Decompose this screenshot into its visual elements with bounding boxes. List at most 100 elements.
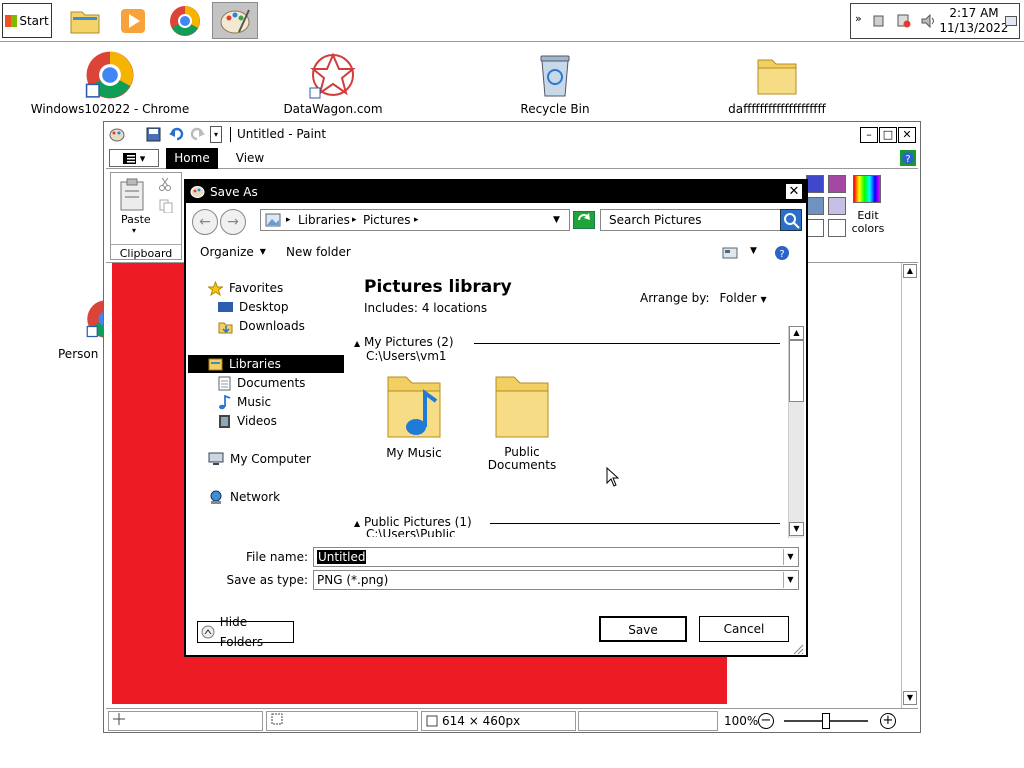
includes-locations-link[interactable]: 4 locations	[422, 301, 487, 315]
save-button[interactable]: Save	[599, 616, 687, 642]
minimize-button[interactable]: –	[860, 127, 878, 143]
hide-folders-button[interactable]: Hide Folders	[197, 615, 294, 649]
canvas-scrollbar[interactable]: ▲ ▼	[901, 263, 918, 708]
desktop-icon-folder[interactable]: daffffffffffffffffffff	[697, 50, 857, 120]
palette-swatch-steel[interactable]	[806, 197, 824, 215]
cancel-button[interactable]: Cancel	[699, 616, 789, 642]
paste-button[interactable]: Paste	[121, 213, 151, 226]
nav-my-computer[interactable]: My Computer	[208, 450, 311, 468]
section-my-pictures[interactable]: ▲ My Pictures (2)	[354, 335, 454, 349]
collapse-icon: ▲	[354, 519, 361, 528]
breadcrumb-libraries[interactable]: Libraries	[298, 210, 350, 230]
nav-downloads[interactable]: Downloads	[218, 317, 305, 335]
dialog-close-button[interactable]: ✕	[785, 183, 803, 200]
arrange-by-dropdown[interactable]: Folder ▼	[720, 291, 767, 305]
address-history-dropdown[interactable]: ▼	[553, 210, 560, 230]
desktop-icon-recycle-bin[interactable]: Recycle Bin	[475, 50, 635, 120]
resize-grip-icon[interactable]	[792, 643, 804, 655]
nav-videos[interactable]: Videos	[218, 412, 277, 430]
section-public-pictures[interactable]: ▲ Public Pictures (1)	[354, 515, 472, 529]
quick-access-dropdown[interactable]: ▾	[210, 126, 222, 143]
scroll-up-arrow[interactable]: ▲	[903, 264, 917, 278]
cut-icon[interactable]	[159, 177, 171, 191]
nav-desktop[interactable]: Desktop	[218, 298, 289, 316]
zoom-in-button[interactable]: +	[880, 713, 896, 729]
paste-dropdown-icon[interactable]: ▾	[132, 226, 136, 235]
view-options-icon[interactable]	[722, 247, 738, 259]
breadcrumb-separator-icon[interactable]: ▸	[352, 210, 357, 230]
zoom-slider-thumb[interactable]	[822, 713, 830, 729]
nav-music[interactable]: Music	[218, 393, 271, 411]
desktop-icon-label: Windows102022 - Chrome	[30, 102, 190, 116]
forward-button[interactable]: →	[220, 209, 246, 235]
file-name-dropdown[interactable]: ▼	[783, 549, 797, 565]
back-button[interactable]: ←	[192, 209, 218, 235]
zoom-out-button[interactable]: −	[758, 713, 774, 729]
redo-icon[interactable]	[190, 126, 206, 142]
tab-home[interactable]: Home	[166, 148, 218, 169]
scroll-up-arrow[interactable]: ▲	[789, 326, 804, 340]
taskbar-media-player[interactable]	[110, 2, 156, 39]
chrome-icon	[170, 5, 200, 36]
content-scrollbar[interactable]: ▲ ▼	[788, 326, 804, 538]
breadcrumb-separator-icon[interactable]: ▸	[414, 210, 419, 230]
show-desktop-icon[interactable]	[1005, 16, 1017, 26]
palette-swatch-empty[interactable]	[806, 219, 824, 237]
nav-network-label: Network	[230, 490, 281, 504]
star-icon	[208, 280, 223, 296]
undo-icon[interactable]	[168, 126, 184, 142]
nav-libraries[interactable]: Libraries	[188, 355, 344, 373]
save-as-type-dropdown[interactable]: ▼	[783, 572, 797, 588]
nav-network[interactable]: Network	[208, 488, 280, 506]
desktop-icon-label: Recycle Bin	[520, 102, 590, 116]
close-button[interactable]: ✕	[898, 127, 916, 143]
folder-my-music[interactable]: My Music	[374, 371, 454, 471]
desktop-icon-chrome[interactable]: Windows102022 - Chrome	[30, 50, 190, 120]
view-dropdown-icon[interactable]: ▼	[750, 246, 757, 256]
organize-menu[interactable]: Organize ▼	[200, 245, 266, 259]
folder-public-documents[interactable]: Public Documents	[482, 371, 562, 481]
paint-window-title: Untitled - Paint	[237, 127, 327, 141]
desktop-icon-person[interactable]: Person	[58, 296, 125, 361]
new-folder-button[interactable]: New folder	[286, 245, 351, 259]
tab-file[interactable]: ▾	[109, 149, 159, 167]
desktop-icon-datawagon[interactable]: DataWagon.com	[253, 50, 413, 120]
security-tray-icon[interactable]	[897, 14, 911, 28]
palette-swatch-lavender[interactable]	[828, 197, 846, 215]
maximize-button[interactable]: □	[879, 127, 897, 143]
refresh-icon[interactable]	[573, 211, 595, 229]
breadcrumb-pictures[interactable]: Pictures	[363, 210, 411, 230]
palette-swatch-empty[interactable]	[828, 219, 846, 237]
help-icon[interactable]: ?	[900, 150, 916, 166]
clock[interactable]: 2:17 AM 11/13/2022	[939, 6, 1009, 36]
edit-colors-button[interactable]: Edit colors	[846, 209, 890, 235]
taskbar-explorer[interactable]	[62, 2, 108, 39]
tray-overflow-icon[interactable]: »	[855, 12, 862, 25]
palette-swatch-purple[interactable]	[828, 175, 846, 193]
search-input[interactable]: Search Pictures	[600, 209, 802, 231]
scroll-down-arrow[interactable]: ▼	[789, 522, 804, 536]
address-bar[interactable]: ▸ Libraries ▸ Pictures ▸ ▼	[260, 209, 570, 231]
help-icon[interactable]: ?	[774, 245, 790, 261]
file-name-input[interactable]: Untitled ▼	[313, 547, 799, 567]
scroll-thumb[interactable]	[789, 340, 804, 402]
network-tray-icon[interactable]	[873, 14, 887, 28]
palette-swatch-indigo[interactable]	[806, 175, 824, 193]
save-as-type-select[interactable]: PNG (*.png) ▼	[313, 570, 799, 590]
copy-icon[interactable]	[159, 199, 173, 213]
nav-documents[interactable]: Documents	[218, 374, 305, 392]
start-button[interactable]: Start	[2, 3, 52, 38]
search-button[interactable]	[780, 209, 802, 231]
tab-view[interactable]: View	[230, 148, 270, 169]
taskbar-paint[interactable]	[212, 2, 258, 39]
nav-favorites[interactable]: Favorites	[208, 279, 283, 297]
save-icon[interactable]	[146, 127, 161, 142]
library-includes: Includes: 4 locations	[364, 301, 487, 315]
taskbar-chrome[interactable]	[162, 2, 208, 39]
paste-icon[interactable]	[119, 178, 147, 212]
volume-icon[interactable]	[921, 13, 935, 29]
breadcrumb-separator-icon[interactable]: ▸	[286, 210, 291, 230]
scroll-down-arrow[interactable]: ▼	[903, 691, 917, 705]
edit-colors-icon[interactable]	[853, 175, 881, 203]
network-icon	[210, 490, 222, 504]
